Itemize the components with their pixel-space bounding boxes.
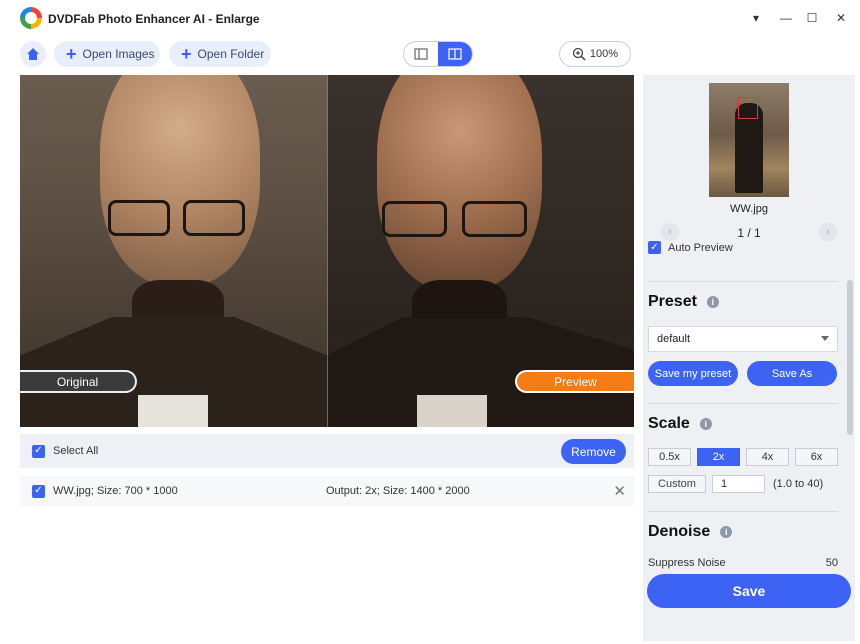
suppress-noise-label: Suppress Noise	[648, 557, 726, 569]
open-images-label: Open Images	[82, 47, 155, 61]
divider	[648, 511, 838, 512]
zoom-level: 100%	[589, 48, 619, 60]
plus-icon: +	[66, 44, 77, 64]
remove-file-icon[interactable]: ✕	[613, 482, 626, 500]
open-images-button[interactable]: + Open Images	[54, 41, 160, 67]
auto-preview-checkbox[interactable]: ✓	[648, 241, 661, 254]
denoise-section-title: Denoise i	[648, 523, 733, 541]
settings-panel: WW.jpg ‹ 1 / 1 › ✓ Auto Preview Preset i…	[643, 75, 855, 641]
app-logo-icon	[20, 7, 42, 29]
chevron-down-icon	[821, 336, 829, 341]
zoom-control[interactable]: 100%	[559, 41, 631, 67]
maximize-button[interactable]: ☐	[802, 8, 822, 28]
thumbnail-filename: WW.jpg	[730, 203, 768, 215]
divider	[648, 281, 838, 282]
save-button[interactable]: Save	[647, 574, 851, 608]
preset-section-title: Preset i	[648, 293, 719, 311]
next-image-button[interactable]: ›	[819, 223, 837, 241]
window-title: DVDFab Photo Enhancer AI - Enlarge	[48, 12, 260, 26]
minimize-button[interactable]: —	[776, 8, 796, 28]
preset-select[interactable]: default	[648, 326, 838, 352]
file-output-info: Output: 2x; Size: 1400 * 2000	[326, 485, 470, 497]
thumbnail-image[interactable]	[709, 83, 789, 197]
face-detection-box	[738, 97, 758, 119]
info-icon[interactable]: i	[720, 526, 733, 538]
split-view-button[interactable]	[438, 42, 472, 66]
preview-label: Preview	[515, 370, 634, 393]
original-label: Original	[20, 370, 137, 393]
save-as-button[interactable]: Save As	[747, 361, 837, 386]
comparison-divider[interactable]	[327, 75, 328, 427]
scale-option-6x[interactable]: 6x	[795, 448, 838, 466]
home-button[interactable]	[20, 41, 46, 67]
single-view-button[interactable]	[404, 42, 438, 66]
custom-scale-range: (1.0 to 40)	[773, 478, 824, 490]
close-button[interactable]: ✕	[831, 8, 851, 28]
panel-scrollbar[interactable]	[847, 280, 853, 435]
file-info: WW.jpg; Size: 700 * 1000	[53, 485, 178, 497]
suppress-noise-row: Suppress Noise 50	[648, 555, 838, 569]
file-checkbox[interactable]: ✓	[32, 484, 45, 498]
scale-option-0-5x[interactable]: 0.5x	[648, 448, 691, 466]
auto-preview-option[interactable]: ✓ Auto Preview	[648, 241, 733, 254]
open-folder-label: Open Folder	[197, 47, 265, 61]
image-comparison-preview[interactable]: Original Preview	[20, 75, 634, 427]
scale-option-2x[interactable]: 2x	[697, 448, 740, 466]
file-list-header: ✓ Select All Remove	[20, 434, 634, 468]
home-icon	[27, 48, 39, 60]
plus-icon: +	[181, 44, 192, 64]
select-all-label: Select All	[53, 445, 99, 457]
menu-dropdown-icon[interactable]: ▾	[746, 8, 766, 28]
scale-option-4x[interactable]: 4x	[746, 448, 789, 466]
split-view-icon	[448, 48, 462, 60]
divider	[648, 403, 838, 404]
view-mode-toggle	[403, 41, 473, 67]
file-row[interactable]: ✓ WW.jpg; Size: 700 * 1000 Output: 2x; S…	[20, 476, 634, 506]
zoom-in-icon	[572, 47, 586, 61]
title-bar: DVDFab Photo Enhancer AI - Enlarge ▾ — ☐…	[0, 0, 860, 36]
custom-scale-input[interactable]: 1	[712, 475, 765, 493]
custom-scale-button[interactable]: Custom	[648, 475, 706, 493]
select-all-checkbox[interactable]: ✓	[32, 444, 45, 458]
auto-preview-label: Auto Preview	[668, 241, 733, 254]
single-view-icon	[414, 48, 428, 60]
open-folder-button[interactable]: + Open Folder	[169, 41, 271, 67]
scale-section-title: Scale i	[648, 415, 712, 433]
preset-selected-value: default	[657, 333, 691, 345]
info-icon[interactable]: i	[706, 296, 719, 308]
remove-button[interactable]: Remove	[561, 439, 626, 464]
suppress-noise-value: 50	[825, 557, 838, 569]
save-my-preset-button[interactable]: Save my preset	[648, 361, 738, 386]
info-icon[interactable]: i	[699, 418, 712, 430]
